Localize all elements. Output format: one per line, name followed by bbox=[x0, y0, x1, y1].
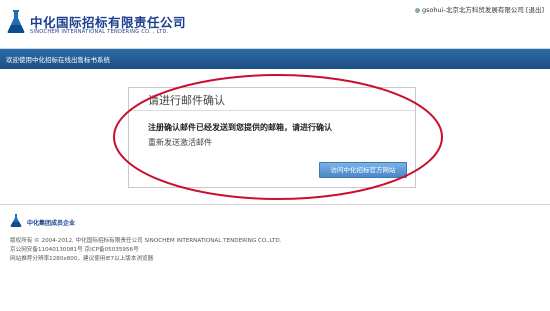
copyright-text: 版权所有 © 2004-2012, 中化国际招标有限责任公司 SINOCHEM … bbox=[10, 238, 282, 244]
resend-activation-link[interactable]: 重新发送激活邮件 bbox=[148, 137, 212, 148]
browser-tip-text: 网站推荐分辨率1280x800，建议使用IE7以上版本浏览器 bbox=[10, 256, 154, 262]
sinochem-group-logo-icon bbox=[10, 214, 22, 227]
footer-divider bbox=[0, 204, 550, 205]
user-icon bbox=[414, 7, 420, 13]
sinochem-logo-icon bbox=[7, 10, 25, 33]
visit-official-site-button[interactable]: 访问中化招标官方网站 bbox=[319, 162, 407, 178]
welcome-text: 欢迎使用中化招标在线出售标书系统 bbox=[6, 56, 110, 64]
user-area: gsohui-北京北方科贸发展有限公司 [退出] bbox=[414, 4, 544, 14]
email-confirm-dialog: 请进行邮件确认 注册确认邮件已经发送到您提供的邮箱，请进行确认 重新发送激活邮件… bbox=[128, 87, 416, 188]
nav-bar: 欢迎使用中化招标在线出售标书系统 bbox=[0, 48, 550, 69]
dialog-title: 请进行邮件确认 bbox=[148, 94, 225, 107]
group-member-label: 中化集团成员企业 bbox=[27, 220, 76, 227]
confirmation-message: 注册确认邮件已经发送到您提供的邮箱，请进行确认 bbox=[148, 123, 332, 132]
company-name-en: SINOCHEM INTERNATIONAL TENDERING CO. , L… bbox=[30, 29, 169, 35]
header: 中化国际招标有限责任公司 SINOCHEM INTERNATIONAL TEND… bbox=[0, 0, 550, 48]
beian-text: 京公网安备11040130081号 京ICP备05035956号 bbox=[10, 247, 139, 253]
dialog-header: 请进行邮件确认 bbox=[129, 88, 415, 111]
logout-link[interactable]: [退出] bbox=[526, 6, 544, 14]
user-name: gsohui-北京北方科贸发展有限公司 bbox=[421, 6, 524, 14]
